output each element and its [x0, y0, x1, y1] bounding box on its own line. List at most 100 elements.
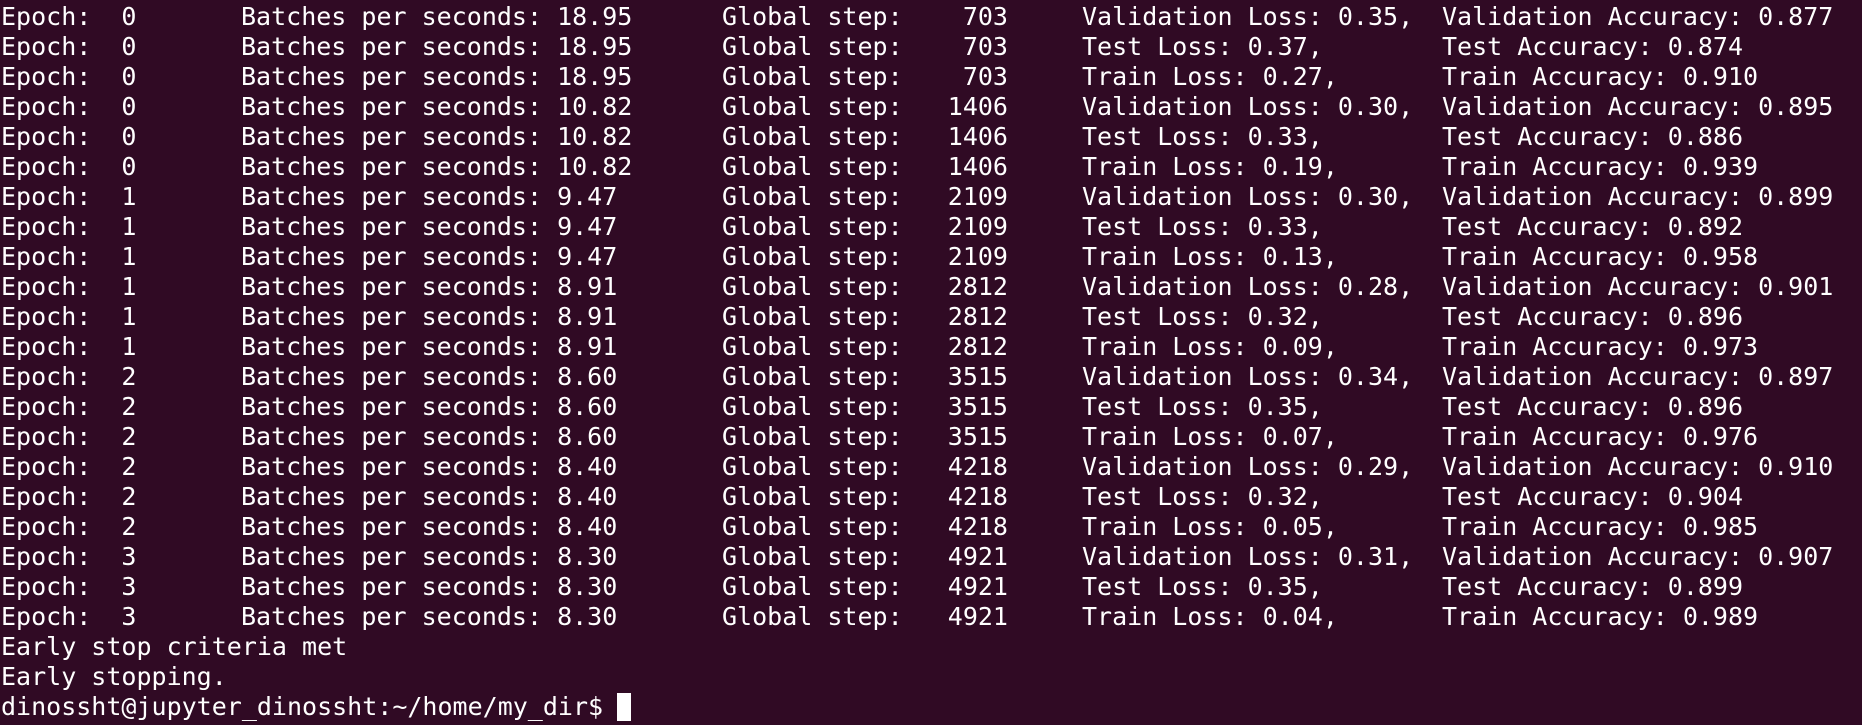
batches-per-second-field: Batches per seconds: 9.47	[241, 212, 618, 241]
epoch-field: Epoch: 0	[1, 2, 137, 31]
log-line: Epoch: 2 Batches per seconds: 8.60 Global …	[1, 422, 1862, 452]
loss-field: Test Loss: 0.35,	[1082, 392, 1323, 421]
log-line: Epoch: 0 Batches per seconds: 18.95 Global…	[1, 62, 1862, 92]
accuracy-field: Test Accuracy: 0.886	[1442, 122, 1744, 151]
loss-field: Validation Loss: 0.29,	[1082, 452, 1414, 481]
loss-field: Validation Loss: 0.35,	[1082, 2, 1414, 31]
epoch-field: Epoch: 0	[1, 62, 137, 91]
accuracy-field: Train Accuracy: 0.910	[1442, 62, 1759, 91]
training-log: Epoch: 0 Batches per seconds: 18.95 Global…	[1, 2, 1862, 632]
loss-field: Train Loss: 0.09,	[1082, 332, 1338, 361]
global-step-field: Global step: 3515	[722, 362, 1008, 391]
batches-per-second-field: Batches per seconds: 10.82	[241, 152, 633, 181]
accuracy-field: Validation Accuracy: 0.899	[1442, 182, 1834, 211]
accuracy-field: Train Accuracy: 0.985	[1442, 512, 1759, 541]
accuracy-field: Validation Accuracy: 0.897	[1442, 362, 1834, 391]
batches-per-second-field: Batches per seconds: 8.60	[241, 422, 618, 451]
epoch-field: Epoch: 1	[1, 212, 137, 241]
accuracy-field: Train Accuracy: 0.989	[1442, 602, 1759, 631]
log-line: Epoch: 1 Batches per seconds: 9.47 Global …	[1, 242, 1862, 272]
loss-field: Test Loss: 0.37,	[1082, 32, 1323, 61]
loss-field: Validation Loss: 0.34,	[1082, 362, 1414, 391]
accuracy-field: Validation Accuracy: 0.907	[1442, 542, 1834, 571]
log-line: Epoch: 2 Batches per seconds: 8.60 Global …	[1, 392, 1862, 422]
global-step-field: Global step: 2109	[722, 242, 1008, 271]
shell-prompt[interactable]: dinossht@jupyter_dinossht:~/home/my_dir$	[1, 692, 632, 722]
batches-per-second-field: Batches per seconds: 10.82	[241, 122, 633, 151]
accuracy-field: Test Accuracy: 0.904	[1442, 482, 1744, 511]
batches-per-second-field: Batches per seconds: 8.30	[241, 542, 618, 571]
global-step-field: Global step: 703	[722, 2, 1008, 31]
epoch-field: Epoch: 2	[1, 362, 137, 391]
epoch-field: Epoch: 2	[1, 512, 137, 541]
epoch-field: Epoch: 0	[1, 122, 137, 151]
shell-prompt-line[interactable]: dinossht@jupyter_dinossht:~/home/my_dir$	[1, 692, 1862, 722]
message-text: Early stop criteria met	[1, 632, 348, 661]
message-text: Early stopping.	[1, 662, 227, 691]
accuracy-field: Test Accuracy: 0.892	[1442, 212, 1744, 241]
batches-per-second-field: Batches per seconds: 8.60	[241, 362, 618, 391]
epoch-field: Epoch: 2	[1, 422, 137, 451]
global-step-field: Global step: 703	[722, 62, 1008, 91]
epoch-field: Epoch: 1	[1, 242, 137, 271]
terminal-window[interactable]: Epoch: 0 Batches per seconds: 18.95 Global…	[0, 0, 1862, 725]
global-step-field: Global step: 3515	[722, 422, 1008, 451]
global-step-field: Global step: 4218	[722, 512, 1008, 541]
log-line: Epoch: 0 Batches per seconds: 18.95 Global…	[1, 2, 1862, 32]
accuracy-field: Test Accuracy: 0.874	[1442, 32, 1744, 61]
global-step-field: Global step: 2812	[722, 272, 1008, 301]
batches-per-second-field: Batches per seconds: 10.82	[241, 92, 633, 121]
loss-field: Validation Loss: 0.31,	[1082, 542, 1414, 571]
loss-field: Train Loss: 0.05,	[1082, 512, 1338, 541]
batches-per-second-field: Batches per seconds: 18.95	[241, 62, 633, 91]
batches-per-second-field: Batches per seconds: 9.47	[241, 182, 618, 211]
accuracy-field: Train Accuracy: 0.958	[1442, 242, 1759, 271]
accuracy-field: Train Accuracy: 0.976	[1442, 422, 1759, 451]
global-step-field: Global step: 2109	[722, 212, 1008, 241]
global-step-field: Global step: 1406	[722, 122, 1008, 151]
global-step-field: Global step: 4218	[722, 482, 1008, 511]
global-step-field: Global step: 4218	[722, 452, 1008, 481]
log-line: Epoch: 1 Batches per seconds: 9.47 Global …	[1, 212, 1862, 242]
batches-per-second-field: Batches per seconds: 8.91	[241, 332, 618, 361]
log-line: Epoch: 3 Batches per seconds: 8.30 Global …	[1, 572, 1862, 602]
accuracy-field: Train Accuracy: 0.939	[1442, 152, 1759, 181]
batches-per-second-field: Batches per seconds: 8.60	[241, 392, 618, 421]
log-line: Epoch: 0 Batches per seconds: 10.82 Global…	[1, 122, 1862, 152]
global-step-field: Global step: 4921	[722, 572, 1008, 601]
batches-per-second-field: Batches per seconds: 8.91	[241, 272, 618, 301]
log-line: Epoch: 2 Batches per seconds: 8.40 Global …	[1, 482, 1862, 512]
log-line: Epoch: 2 Batches per seconds: 8.40 Global …	[1, 452, 1862, 482]
accuracy-field: Test Accuracy: 0.896	[1442, 302, 1744, 331]
log-line: Epoch: 0 Batches per seconds: 10.82 Global…	[1, 152, 1862, 182]
loss-field: Train Loss: 0.27,	[1082, 62, 1338, 91]
log-line: Epoch: 0 Batches per seconds: 18.95 Global…	[1, 32, 1862, 62]
epoch-field: Epoch: 3	[1, 602, 137, 631]
log-line: Epoch: 2 Batches per seconds: 8.40 Global …	[1, 512, 1862, 542]
accuracy-field: Validation Accuracy: 0.895	[1442, 92, 1834, 121]
batches-per-second-field: Batches per seconds: 8.30	[241, 602, 618, 631]
loss-field: Test Loss: 0.33,	[1082, 122, 1323, 151]
log-line: Epoch: 1 Batches per seconds: 8.91 Global …	[1, 302, 1862, 332]
accuracy-field: Train Accuracy: 0.973	[1442, 332, 1759, 361]
batches-per-second-field: Batches per seconds: 8.30	[241, 572, 618, 601]
prompt-text: dinossht@jupyter_dinossht:~/home/my_dir$	[1, 692, 604, 721]
batches-per-second-field: Batches per seconds: 8.91	[241, 302, 618, 331]
loss-field: Validation Loss: 0.30,	[1082, 92, 1414, 121]
loss-field: Train Loss: 0.07,	[1082, 422, 1338, 451]
accuracy-field: Test Accuracy: 0.899	[1442, 572, 1744, 601]
batches-per-second-field: Batches per seconds: 8.40	[241, 512, 618, 541]
global-step-field: Global step: 4921	[722, 542, 1008, 571]
epoch-field: Epoch: 1	[1, 272, 137, 301]
loss-field: Train Loss: 0.13,	[1082, 242, 1338, 271]
global-step-field: Global step: 2812	[722, 332, 1008, 361]
loss-field: Test Loss: 0.32,	[1082, 302, 1323, 331]
global-step-field: Global step: 3515	[722, 392, 1008, 421]
loss-field: Test Loss: 0.33,	[1082, 212, 1323, 241]
epoch-field: Epoch: 3	[1, 542, 137, 571]
terminal-cursor[interactable]	[617, 693, 632, 721]
epoch-field: Epoch: 0	[1, 32, 137, 61]
batches-per-second-field: Batches per seconds: 9.47	[241, 242, 618, 271]
log-line: Epoch: 2 Batches per seconds: 8.60 Global …	[1, 362, 1862, 392]
batches-per-second-field: Batches per seconds: 8.40	[241, 482, 618, 511]
